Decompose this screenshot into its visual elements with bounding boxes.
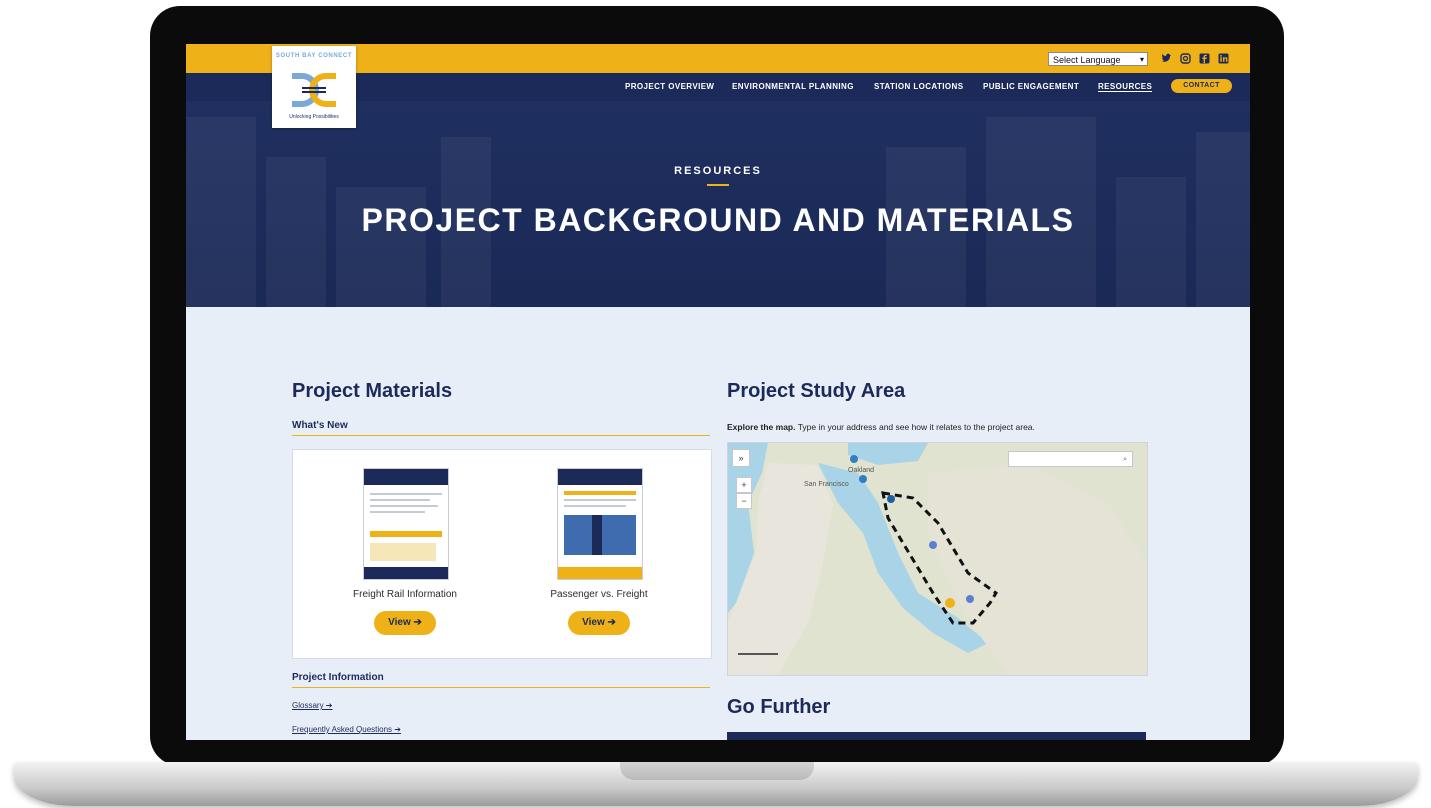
freight-rail-label: Freight Rail Information bbox=[353, 589, 457, 600]
faq-link[interactable]: Frequently Asked Questions ➔ bbox=[292, 725, 401, 734]
thumbnail-line bbox=[370, 499, 430, 501]
view-freight-rail-button[interactable]: View ➔ bbox=[374, 611, 436, 635]
nav-station-locations[interactable]: STATION LOCATIONS bbox=[874, 82, 963, 91]
view-passenger-vs-freight-button[interactable]: View ➔ bbox=[568, 611, 630, 635]
nav-resources[interactable]: RESOURCES bbox=[1098, 82, 1153, 92]
browser-screen: Select Language ▾ PROJECT OVERVIEW ENVIR… bbox=[186, 44, 1250, 740]
site-logo[interactable]: SOUTH BAY CONNECT Unlocking Possibilitie… bbox=[272, 46, 356, 128]
whats-new-cards: Freight Rail Information View ➔ Passenge… bbox=[292, 449, 712, 659]
whats-new-divider bbox=[292, 435, 710, 436]
logo-name: SOUTH BAY CONNECT bbox=[275, 53, 353, 59]
linkedin-icon[interactable] bbox=[1218, 53, 1229, 64]
thumbnail-box bbox=[370, 543, 436, 561]
freight-rail-thumbnail[interactable] bbox=[363, 468, 449, 580]
thumbnail-line bbox=[370, 493, 442, 495]
chevron-down-icon: ▾ bbox=[1139, 55, 1144, 64]
thumbnail-line bbox=[564, 505, 626, 507]
hero-eyebrow: RESOURCES bbox=[674, 165, 762, 177]
laptop-notch bbox=[620, 762, 814, 780]
logo-mark-icon bbox=[292, 73, 336, 107]
contact-button[interactable]: CONTACT bbox=[1171, 79, 1232, 93]
map-canvas bbox=[728, 443, 1147, 675]
nav-public-engagement[interactable]: PUBLIC ENGAGEMENT bbox=[983, 82, 1079, 91]
thumbnail-footer bbox=[364, 567, 448, 579]
hero-banner: RESOURCES PROJECT BACKGROUND AND MATERIA… bbox=[186, 101, 1250, 307]
thumbnail-line bbox=[370, 511, 425, 513]
nav-project-overview[interactable]: PROJECT OVERVIEW bbox=[625, 82, 714, 91]
map-zoom-out-button[interactable]: − bbox=[736, 493, 752, 509]
map-expand-button[interactable]: » bbox=[732, 449, 750, 467]
passenger-vs-freight-label: Passenger vs. Freight bbox=[550, 589, 648, 600]
thumbnail-header bbox=[558, 469, 642, 485]
page-title: PROJECT BACKGROUND AND MATERIALS bbox=[361, 202, 1075, 238]
logo-tagline: Unlocking Possibilities bbox=[289, 114, 339, 120]
map-label-san-francisco: San Francisco bbox=[804, 481, 849, 488]
thumbnail-highlight bbox=[370, 531, 442, 537]
thumbnail-header bbox=[364, 469, 448, 485]
map-intro-text: Type in your address and see how it rela… bbox=[795, 422, 1035, 432]
thumbnail-line bbox=[370, 505, 438, 507]
thumbnail-footer bbox=[558, 567, 642, 579]
whats-new-heading: What's New bbox=[292, 420, 348, 431]
facebook-icon[interactable] bbox=[1199, 53, 1210, 64]
nav-environmental-planning[interactable]: ENVIRONMENTAL PLANNING bbox=[732, 82, 854, 91]
language-select-value: Select Language bbox=[1053, 55, 1121, 65]
hero-eyebrow-divider bbox=[707, 184, 729, 186]
project-study-area-heading: Project Study Area bbox=[727, 380, 906, 402]
glossary-link[interactable]: Glossary ➔ bbox=[292, 701, 333, 710]
project-materials-heading: Project Materials bbox=[292, 380, 453, 402]
map-zoom-in-button[interactable]: + bbox=[736, 477, 752, 493]
project-information-heading: Project Information bbox=[292, 672, 384, 683]
go-further-panel bbox=[727, 732, 1146, 740]
thumbnail-highlight bbox=[564, 491, 636, 495]
thumbnail-table-column bbox=[592, 515, 602, 555]
hero-building-shape bbox=[1116, 177, 1186, 307]
study-area-map[interactable]: » + − ⌕ San Francisco Oakland bbox=[727, 442, 1148, 676]
map-intro-bold: Explore the map. bbox=[727, 422, 796, 432]
map-intro: Explore the map. Type in your address an… bbox=[727, 422, 1035, 432]
go-further-heading: Go Further bbox=[727, 696, 831, 718]
search-icon: ⌕ bbox=[1123, 456, 1127, 463]
project-information-divider bbox=[292, 687, 710, 688]
map-search-input[interactable]: ⌕ bbox=[1008, 451, 1133, 467]
passenger-vs-freight-thumbnail[interactable] bbox=[557, 468, 643, 580]
thumbnail-line bbox=[564, 499, 636, 501]
language-select[interactable]: Select Language ▾ bbox=[1048, 52, 1148, 66]
map-label-oakland: Oakland bbox=[848, 467, 875, 474]
instagram-icon[interactable] bbox=[1180, 53, 1191, 64]
twitter-icon[interactable] bbox=[1161, 53, 1172, 64]
